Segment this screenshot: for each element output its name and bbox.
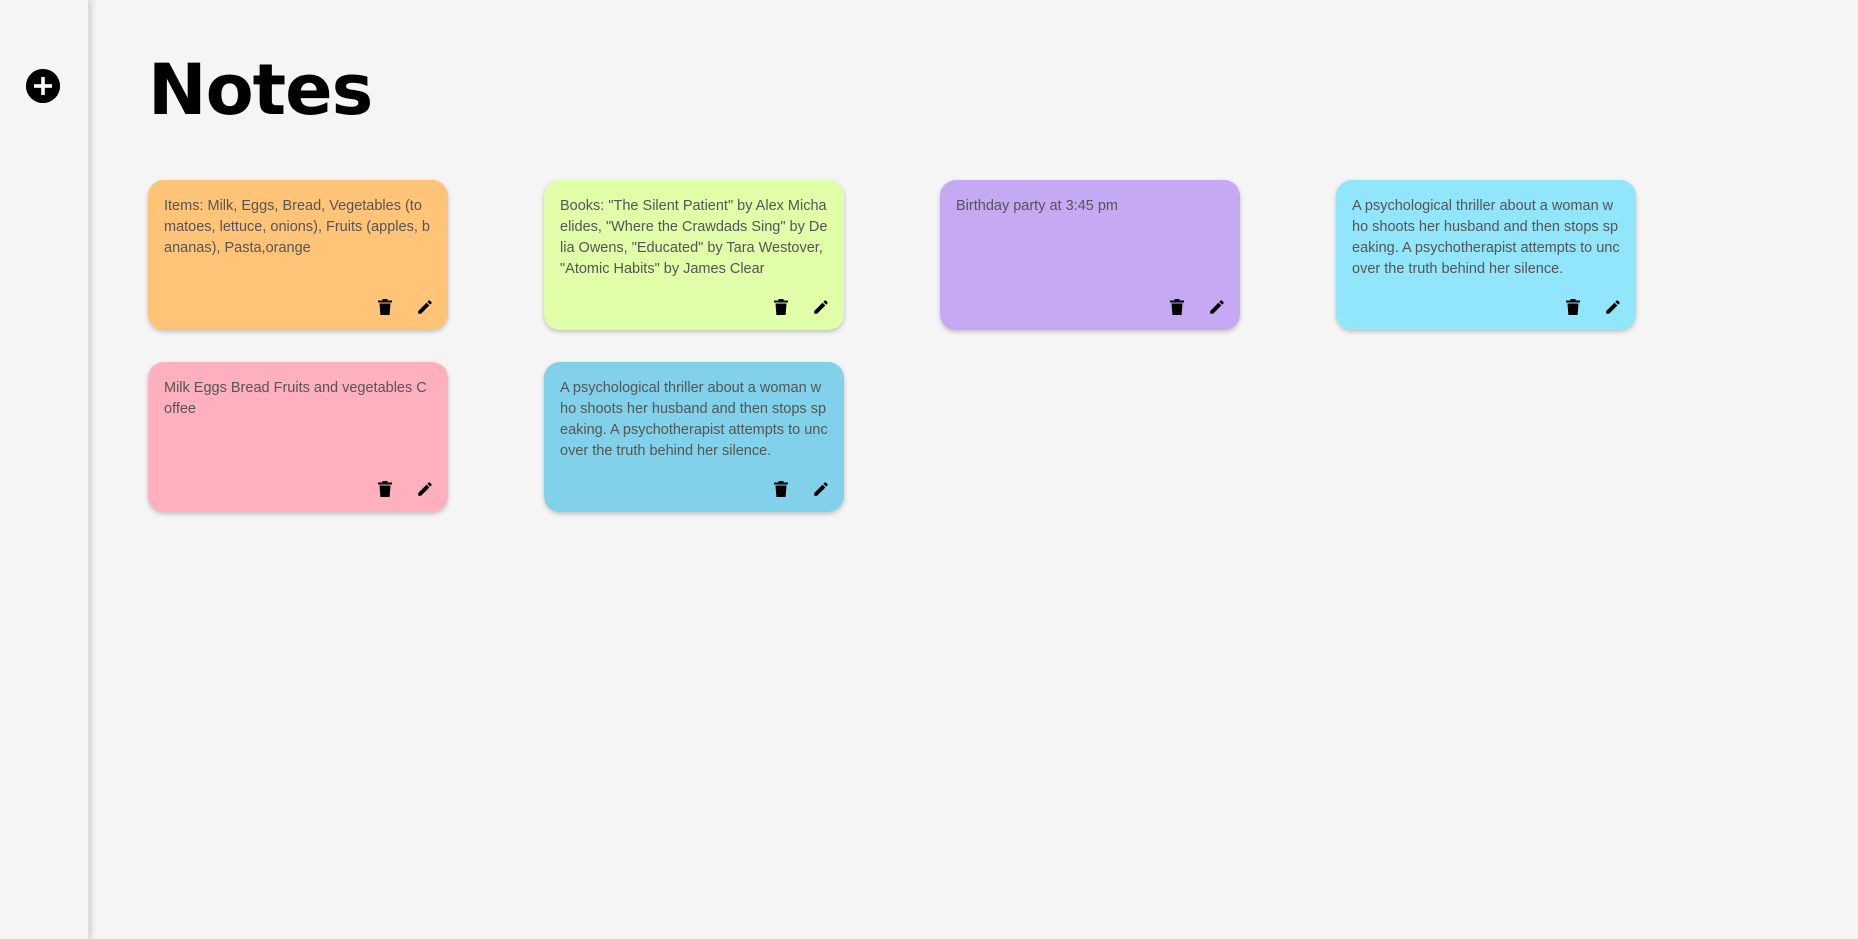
notes-grid: Items: Milk, Eggs, Bread, Vegetables (to… — [148, 180, 1636, 512]
trash-icon — [378, 299, 392, 315]
trash-icon — [774, 299, 788, 315]
note-text: Books: "The Silent Patient" by Alex Mich… — [560, 198, 828, 277]
edit-button[interactable] — [1206, 296, 1228, 318]
plus-circle-icon — [26, 69, 60, 103]
note-actions — [1166, 296, 1228, 318]
pencil-icon — [814, 482, 828, 496]
trash-icon — [1566, 299, 1580, 315]
note-text: Milk Eggs Bread Fruits and vegetables Co… — [164, 380, 427, 417]
pencil-icon — [814, 300, 828, 314]
note-actions — [1562, 296, 1624, 318]
delete-button[interactable] — [770, 296, 792, 318]
edit-button[interactable] — [810, 296, 832, 318]
pencil-icon — [418, 300, 432, 314]
trash-icon — [378, 481, 392, 497]
trash-icon — [774, 481, 788, 497]
note-actions — [770, 296, 832, 318]
edit-button[interactable] — [414, 478, 436, 500]
main-content: Notes Items: Milk, Eggs, Bread, Vegetabl… — [88, 0, 1858, 939]
edit-button[interactable] — [1602, 296, 1624, 318]
note-card[interactable]: Books: "The Silent Patient" by Alex Mich… — [544, 180, 844, 330]
pencil-icon — [1210, 300, 1224, 314]
pencil-icon — [418, 482, 432, 496]
note-text: A psychological thriller about a woman w… — [1352, 198, 1620, 277]
add-note-button[interactable] — [26, 69, 60, 103]
sidebar — [0, 0, 89, 939]
note-actions — [770, 478, 832, 500]
note-card[interactable]: Items: Milk, Eggs, Bread, Vegetables (to… — [148, 180, 448, 330]
delete-button[interactable] — [1166, 296, 1188, 318]
note-actions — [374, 478, 436, 500]
page-title: Notes — [148, 49, 373, 131]
note-text: A psychological thriller about a woman w… — [560, 380, 828, 459]
note-actions — [374, 296, 436, 318]
note-text: Items: Milk, Eggs, Bread, Vegetables (to… — [164, 198, 430, 256]
note-card[interactable]: A psychological thriller about a woman w… — [544, 362, 844, 512]
delete-button[interactable] — [374, 478, 396, 500]
delete-button[interactable] — [374, 296, 396, 318]
trash-icon — [1170, 299, 1184, 315]
note-card[interactable]: Birthday party at 3:45 pm — [940, 180, 1240, 330]
note-card[interactable]: Milk Eggs Bread Fruits and vegetables Co… — [148, 362, 448, 512]
delete-button[interactable] — [770, 478, 792, 500]
note-card[interactable]: A psychological thriller about a woman w… — [1336, 180, 1636, 330]
delete-button[interactable] — [1562, 296, 1584, 318]
edit-button[interactable] — [414, 296, 436, 318]
edit-button[interactable] — [810, 478, 832, 500]
note-text: Birthday party at 3:45 pm — [956, 198, 1118, 214]
pencil-icon — [1606, 300, 1620, 314]
